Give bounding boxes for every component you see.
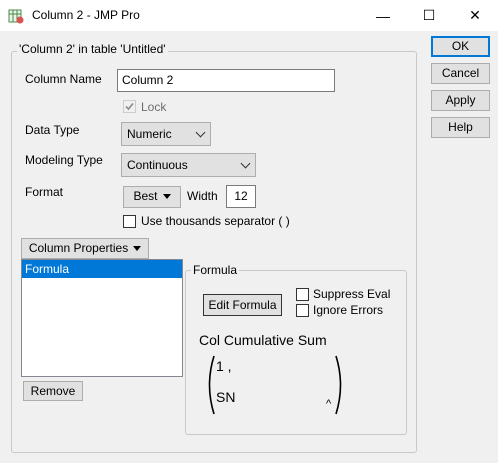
thousands-separator-label: Use thousands separator ( ) [141, 214, 290, 228]
cancel-button[interactable]: Cancel [431, 63, 490, 84]
format-dropdown-button[interactable]: Best [123, 186, 181, 208]
right-paren-icon [335, 355, 342, 415]
window-title: Column 2 - JMP Pro [32, 8, 140, 22]
suppress-eval-checkbox[interactable] [296, 288, 309, 301]
edit-formula-button[interactable]: Edit Formula [203, 294, 282, 316]
minimize-button[interactable]: — [360, 0, 406, 31]
list-item-formula[interactable]: Formula [22, 260, 182, 278]
data-type-label: Data Type [25, 123, 80, 137]
close-button[interactable]: ✕ [452, 0, 498, 31]
width-input[interactable]: 12 [226, 185, 256, 208]
chevron-down-icon [195, 127, 206, 138]
ok-button[interactable]: OK [431, 36, 490, 57]
maximize-icon: ☐ [422, 7, 436, 23]
lock-checkbox[interactable] [123, 100, 136, 113]
formula-display[interactable]: Col Cumulative Sum 1 , SN ^ [199, 332, 399, 416]
maximize-button[interactable]: ☐ [406, 0, 452, 31]
formula-group-legend: Formula [191, 263, 240, 277]
column-name-label: Column Name [25, 72, 102, 86]
format-label: Format [25, 185, 64, 199]
help-button[interactable]: Help [431, 117, 490, 138]
jmp-app-icon [8, 8, 24, 24]
modeling-type-select[interactable]: Continuous [121, 153, 256, 177]
formula-function-name: Col Cumulative Sum [199, 332, 327, 348]
modeling-type-value: Continuous [127, 158, 188, 172]
formula-arg2: SN [216, 389, 236, 405]
triangle-down-icon [133, 246, 142, 252]
column-properties-label: Column Properties [28, 241, 129, 255]
apply-button[interactable]: Apply [431, 90, 490, 111]
column-properties-list[interactable]: Formula [21, 259, 183, 377]
formula-caret: ^ [326, 398, 332, 410]
thousands-separator-checkbox[interactable] [123, 215, 136, 228]
checkmark-icon [125, 102, 134, 111]
lock-label: Lock [141, 100, 167, 114]
triangle-down-icon [162, 194, 171, 200]
ignore-errors-checkbox[interactable] [296, 304, 309, 317]
suppress-eval-label: Suppress Eval [313, 287, 391, 301]
data-type-select[interactable]: Numeric [121, 122, 211, 146]
close-icon: ✕ [469, 7, 481, 23]
chevron-down-icon [240, 158, 251, 169]
column-name-input[interactable]: Column 2 [117, 69, 335, 92]
left-paren-icon [208, 355, 215, 415]
format-value: Best [133, 189, 158, 203]
column-group-legend: 'Column 2' in table 'Untitled' [17, 42, 168, 56]
column-properties-button[interactable]: Column Properties [21, 238, 149, 259]
formula-arg1: 1 , [216, 358, 232, 374]
minimize-icon: — [376, 7, 390, 24]
ignore-errors-label: Ignore Errors [313, 303, 384, 317]
remove-button[interactable]: Remove [23, 381, 83, 401]
modeling-type-label: Modeling Type [25, 153, 103, 167]
width-label: Width [187, 189, 218, 203]
data-type-value: Numeric [127, 127, 172, 141]
